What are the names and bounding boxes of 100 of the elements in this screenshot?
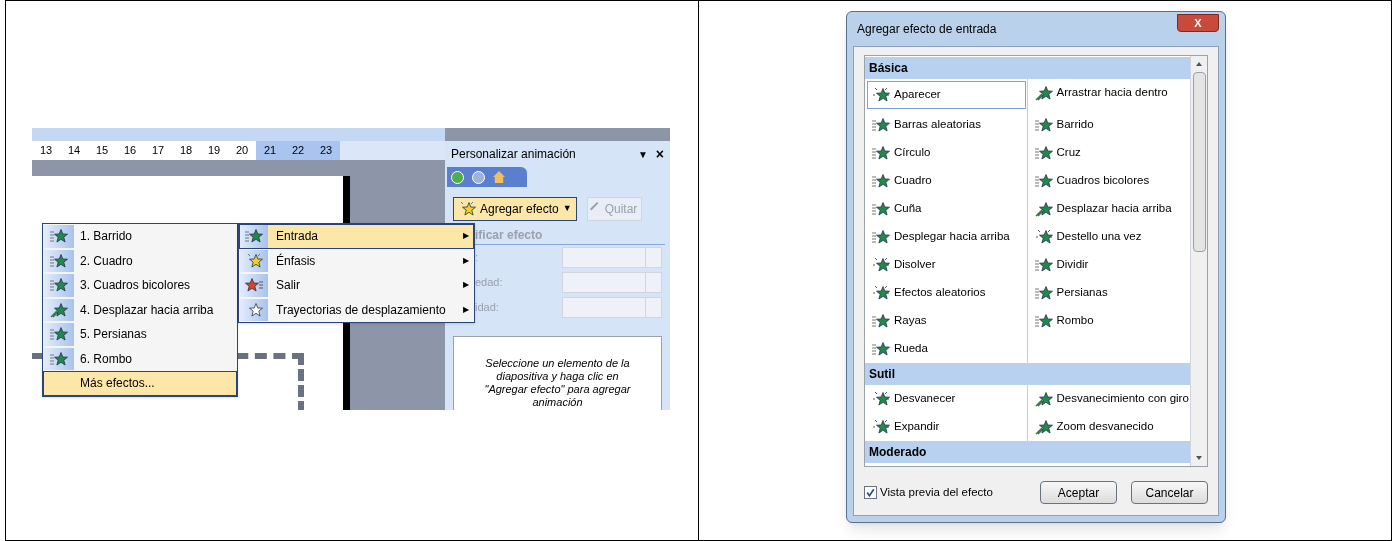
menu-item[interactable]: 4. Desplazar hacia arriba bbox=[43, 297, 237, 322]
section-header: Sutil bbox=[865, 363, 1190, 385]
section-header: Básica bbox=[865, 57, 1190, 79]
exit-star-icon bbox=[245, 277, 263, 294]
dropdown-field[interactable] bbox=[562, 272, 662, 293]
effect-option[interactable]: Cuña bbox=[867, 195, 1026, 223]
hint-text: Seleccione un elemento de la diapositiva y haga clic en "Agregar efecto" para agregar animación bbox=[453, 336, 662, 410]
striped-star-icon bbox=[245, 228, 263, 245]
striped-star-icon bbox=[1034, 257, 1053, 273]
ruler-number: 17 bbox=[144, 141, 172, 160]
effect-option[interactable]: Rueda bbox=[867, 335, 1026, 363]
ruler-number: 14 bbox=[60, 141, 88, 160]
sparkle-star-icon bbox=[872, 285, 890, 301]
flying-star-icon bbox=[1034, 391, 1053, 407]
effect-option[interactable]: Desvanecimiento con giro bbox=[1029, 385, 1188, 413]
effect-option[interactable]: Efectos aleatorios bbox=[867, 279, 1026, 307]
effect-option[interactable]: Aparecer bbox=[867, 81, 1026, 109]
effect-option[interactable]: Rayas bbox=[867, 307, 1026, 335]
striped-star-icon bbox=[1034, 117, 1053, 133]
back-icon[interactable] bbox=[451, 170, 464, 184]
effect-option[interactable]: Disolver bbox=[867, 251, 1026, 279]
menu-item[interactable]: 3. Cuadros bicolores bbox=[43, 273, 237, 298]
ruler-number: 16 bbox=[116, 141, 144, 160]
dialog-title: Agregar efecto de entrada bbox=[857, 21, 998, 38]
striped-star-icon bbox=[872, 341, 890, 357]
striped-star-icon bbox=[50, 350, 68, 367]
effect-option[interactable]: Barras aleatorias bbox=[867, 111, 1026, 139]
striped-star-icon bbox=[872, 145, 890, 161]
striped-star-icon bbox=[872, 173, 890, 189]
effect-option[interactable]: Barrido bbox=[1029, 111, 1188, 139]
effect-option[interactable]: Expandir bbox=[867, 413, 1026, 441]
effect-option[interactable]: Desplazar hacia arriba bbox=[1029, 195, 1188, 223]
striped-star-icon bbox=[50, 228, 68, 245]
ruler-number: 20 bbox=[228, 141, 256, 160]
striped-star-icon bbox=[50, 326, 68, 343]
striped-star-icon bbox=[1034, 285, 1053, 301]
section-header: Moderado bbox=[865, 441, 1190, 463]
striped-star-icon bbox=[872, 313, 890, 329]
menu-item[interactable]: 5. Persianas bbox=[43, 322, 237, 347]
ruler-number: 18 bbox=[172, 141, 200, 160]
striped-star-icon bbox=[50, 277, 68, 294]
ruler-number: 19 bbox=[200, 141, 228, 160]
menu-item[interactable]: 2. Cuadro bbox=[43, 248, 237, 273]
menu-item[interactable]: Salir ▶ bbox=[239, 273, 474, 298]
preview-checkbox[interactable]: Vista previa del efecto bbox=[864, 483, 1026, 502]
ok-button[interactable]: Aceptar bbox=[1040, 481, 1117, 504]
scrollbar[interactable] bbox=[1190, 56, 1207, 466]
effect-option[interactable]: Destello una vez bbox=[1029, 223, 1188, 251]
field-label: idad: bbox=[475, 300, 500, 316]
cancel-button[interactable]: Cancelar bbox=[1131, 481, 1208, 504]
task-pane-title: Personalizar animación bbox=[451, 146, 577, 163]
checkbox[interactable] bbox=[864, 486, 877, 499]
add-effect-button[interactable]: Agregar efecto ▼ bbox=[453, 197, 577, 221]
effect-option[interactable]: Cuadro bbox=[867, 167, 1026, 195]
flying-star-icon bbox=[1034, 419, 1053, 435]
dropdown-field[interactable] bbox=[562, 247, 662, 268]
sparkle-star-icon bbox=[1034, 229, 1053, 245]
sparkle-star-icon bbox=[872, 87, 890, 103]
flying-star-icon bbox=[1034, 85, 1053, 101]
effect-option[interactable]: Cuadros bicolores bbox=[1029, 167, 1188, 195]
flying-star-icon bbox=[1034, 201, 1053, 217]
menu-item[interactable]: Énfasis ▶ bbox=[239, 248, 474, 273]
scroll-down-icon[interactable] bbox=[1196, 456, 1202, 460]
effect-option[interactable]: Zoom desvanecido bbox=[1029, 413, 1188, 441]
effect-option[interactable]: Desplegar hacia arriba bbox=[867, 223, 1026, 251]
striped-star-icon bbox=[1034, 313, 1053, 329]
sparkle-star-icon bbox=[872, 257, 890, 273]
effect-option[interactable]: Dividir bbox=[1029, 251, 1188, 279]
menu-caret-icon[interactable]: ▼ bbox=[637, 146, 648, 162]
menu-item[interactable]: 1. Barrido bbox=[43, 224, 237, 249]
striped-star-icon bbox=[872, 229, 890, 245]
striped-star-icon bbox=[872, 201, 890, 217]
field-label: edad: bbox=[475, 275, 504, 291]
scrollbar-thumb[interactable] bbox=[1192, 72, 1206, 252]
section-heading: ificar efecto bbox=[475, 226, 665, 245]
star-icon bbox=[245, 252, 263, 269]
ruler-number: 22 bbox=[284, 141, 312, 160]
forward-icon[interactable] bbox=[472, 170, 485, 184]
effect-option[interactable]: Rombo bbox=[1029, 307, 1188, 335]
ruler-number: 15 bbox=[88, 141, 116, 160]
striped-star-icon bbox=[1034, 145, 1053, 161]
close-icon[interactable]: × bbox=[655, 143, 664, 165]
menu-item[interactable]: Entrada ▶ bbox=[239, 224, 474, 249]
close-button[interactable]: X bbox=[1177, 14, 1219, 32]
effect-option[interactable]: Cruz bbox=[1029, 139, 1188, 167]
scroll-up-icon[interactable] bbox=[1196, 62, 1202, 66]
striped-star-icon bbox=[872, 117, 890, 133]
effect-option[interactable]: Círculo bbox=[867, 139, 1026, 167]
menu-item[interactable]: 6. Rombo bbox=[43, 346, 237, 371]
dropdown-field[interactable] bbox=[562, 297, 662, 318]
menu-item[interactable]: Trayectorias de desplazamiento ▶ bbox=[239, 297, 474, 322]
effect-option[interactable]: Desvanecer bbox=[867, 385, 1026, 413]
menu-item[interactable]: Más efectos... bbox=[43, 371, 237, 396]
star-icon bbox=[458, 201, 476, 217]
sparkle-star-icon bbox=[872, 391, 890, 407]
home-icon[interactable] bbox=[493, 171, 505, 183]
sparkle-star-icon bbox=[872, 419, 890, 435]
effect-option[interactable]: Persianas bbox=[1029, 279, 1188, 307]
effect-option[interactable]: Arrastrar hacia dentro bbox=[1029, 79, 1188, 107]
ruler-number: 13 bbox=[32, 141, 60, 160]
